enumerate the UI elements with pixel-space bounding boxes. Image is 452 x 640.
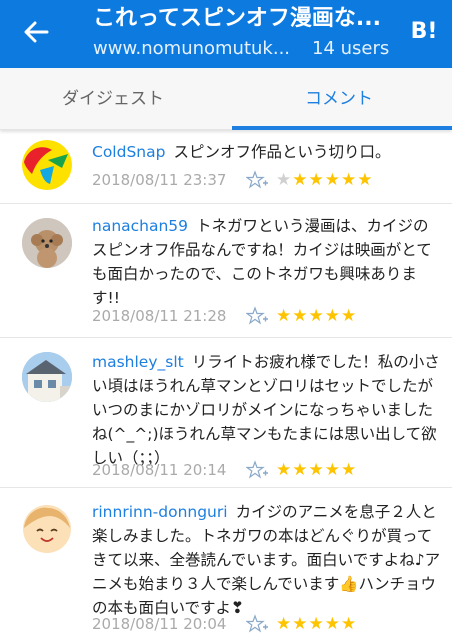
- hatena-bookmark-button[interactable]: B!: [408, 16, 440, 48]
- tab-bar: ダイジェスト コメント: [0, 68, 452, 130]
- house-photo-icon: [22, 352, 72, 402]
- avatar[interactable]: [22, 140, 72, 190]
- dog-photo-icon: [22, 218, 72, 268]
- comment-date: 2018/08/11 20:14: [92, 461, 227, 479]
- user-count: 14 users: [312, 38, 390, 59]
- comment-item: mashley_slt リライトお疲れ様でした！私の小さい頃はほうれん草マンとゾロ…: [0, 338, 452, 488]
- page-url: www.nomunomutuk...: [93, 38, 291, 59]
- comment-username[interactable]: rinnrinn-donnguri: [92, 503, 228, 521]
- add-star-icon[interactable]: [246, 460, 268, 480]
- add-star-icon[interactable]: [246, 306, 268, 326]
- comment-text: スピンオフ作品という切り口。: [173, 143, 391, 161]
- back-arrow-icon: [24, 21, 49, 43]
- add-star-icon[interactable]: [246, 170, 268, 190]
- comment-item: ColdSnap スピンオフ作品という切り口。 2018/08/11 23:37 …: [0, 130, 452, 204]
- yellow-stars: ★★★★★: [292, 170, 374, 190]
- comment-item: nanachan59 トネガワという漫画は、カイジのスピンオフ作品なんですね！カイ…: [0, 204, 452, 338]
- page-title: これってスピンオフ漫画な...: [93, 6, 381, 31]
- gray-star: ★: [276, 170, 293, 190]
- yellow-stars: ★★★★★: [276, 460, 358, 480]
- comment-username[interactable]: mashley_slt: [92, 353, 184, 371]
- avatar[interactable]: [22, 504, 72, 554]
- comment-username[interactable]: ColdSnap: [92, 143, 165, 161]
- comment-item: rinnrinn-donnguri カイジのアニメを息子２人と楽しみました。トネガ…: [0, 488, 452, 640]
- yellow-stars: ★★★★★: [276, 306, 358, 326]
- back-button[interactable]: [18, 14, 54, 50]
- avatar[interactable]: [22, 218, 72, 268]
- comment-date: 2018/08/11 20:04: [92, 615, 227, 633]
- app-bar: これってスピンオフ漫画な... www.nomunomutuk... 14 us…: [0, 0, 452, 68]
- tab-digest[interactable]: ダイジェスト: [0, 68, 226, 130]
- comment-username[interactable]: nanachan59: [92, 217, 188, 235]
- comment-date: 2018/08/11 21:28: [92, 307, 227, 325]
- smiling-face-icon: [23, 505, 71, 553]
- comment-date: 2018/08/11 23:37: [92, 171, 227, 189]
- avatar[interactable]: [22, 352, 72, 402]
- yellow-stars: ★★★★★: [276, 614, 358, 634]
- colorful-logo-icon: [22, 140, 72, 190]
- tab-comments[interactable]: コメント: [226, 68, 452, 130]
- add-star-icon[interactable]: [246, 614, 268, 634]
